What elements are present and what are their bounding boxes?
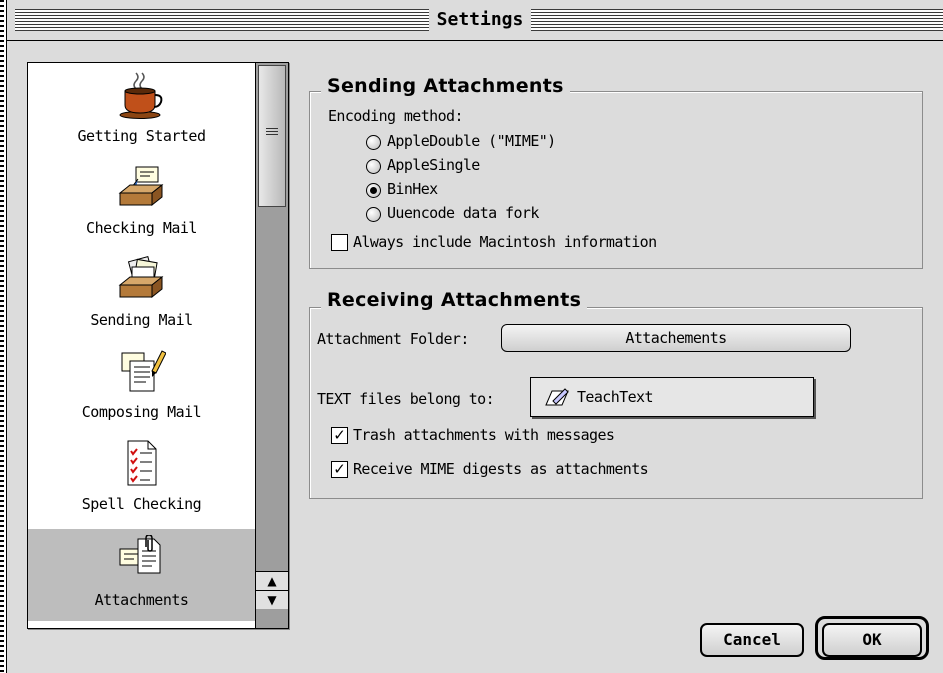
sidebar-item-label: Spell Checking [81, 495, 202, 513]
sidebar-item-attachments[interactable]: Attachments [28, 529, 255, 621]
mime-digests-label[interactable]: Receive MIME digests as attachments [353, 460, 649, 478]
mac-info-label[interactable]: Always include Macintosh information [353, 233, 657, 251]
ok-button[interactable]: OK [822, 623, 922, 657]
document-pencil-icon [121, 350, 166, 392]
paperclip-document-icon [119, 535, 161, 574]
sidebar-item-getting-started[interactable]: Getting Started [28, 65, 255, 157]
radio-appledouble[interactable] [366, 135, 381, 150]
text-files-app-popup[interactable]: TeachText [530, 377, 814, 417]
sidebar-item-spell-checking[interactable]: Spell Checking [28, 433, 255, 525]
radio-uuencode-label[interactable]: Uuencode data fork [387, 204, 539, 222]
receiving-attachments-title: Receiving Attachments [321, 289, 588, 311]
outbox-tray-icon [118, 256, 164, 299]
text-files-app-label: TeachText [577, 388, 653, 406]
sidebar-item-label: Getting Started [77, 127, 206, 145]
title-bar[interactable]: Settings [7, 0, 943, 41]
radio-applesingle-label[interactable]: AppleSingle [387, 156, 480, 174]
mime-digests-checkbox[interactable]: ✓ [331, 461, 348, 478]
scroll-up-arrow[interactable]: ▲ [256, 571, 288, 590]
text-files-label: TEXT files belong to: [317, 390, 495, 408]
scrollbar-thumb[interactable] [258, 65, 286, 207]
inbox-tray-icon [118, 166, 164, 207]
sidebar-item-label: Checking Mail [86, 219, 197, 237]
sending-attachments-title: Sending Attachments [321, 75, 570, 97]
attachment-folder-label: Attachment Folder: [317, 330, 469, 348]
teachtext-icon [545, 388, 569, 406]
settings-category-list[interactable]: Getting Started Checking Mail Sending Ma… [27, 62, 289, 629]
radio-appledouble-label[interactable]: AppleDouble ("MIME") [387, 132, 556, 150]
window-edge [0, 0, 4, 673]
scroll-down-arrow[interactable]: ▼ [256, 590, 288, 609]
sidebar-item-label: Sending Mail [90, 311, 193, 329]
sidebar-item-checking-mail[interactable]: Checking Mail [28, 157, 255, 249]
title-stripes-left [15, 9, 429, 31]
window-title: Settings [429, 8, 531, 32]
trash-attachments-checkbox[interactable]: ✓ [331, 427, 348, 444]
radio-uuencode[interactable] [366, 207, 381, 222]
settings-window: Settings Getting Started Checking Mail S… [6, 0, 943, 673]
sidebar-item-label: Composing Mail [81, 403, 202, 421]
radio-binhex-label[interactable]: BinHex [387, 180, 438, 198]
sidebar-item-sending-mail[interactable]: Sending Mail [28, 249, 255, 341]
trash-attachments-label[interactable]: Trash attachments with messages [353, 426, 615, 444]
sidebar-scrollbar[interactable]: ▲ ▼ [255, 63, 288, 628]
checklist-icon [127, 440, 157, 486]
sidebar-item-label: Attachments [94, 591, 189, 609]
cancel-button[interactable]: Cancel [700, 623, 804, 657]
attachment-folder-button[interactable]: Attachements [501, 324, 851, 352]
coffee-cup-icon [119, 72, 163, 119]
radio-binhex[interactable] [366, 183, 381, 198]
radio-applesingle[interactable] [366, 159, 381, 174]
sidebar-item-composing-mail[interactable]: Composing Mail [28, 341, 255, 433]
mac-info-checkbox[interactable] [331, 234, 348, 251]
title-stripes-right [531, 9, 943, 31]
encoding-method-label: Encoding method: [328, 107, 464, 125]
